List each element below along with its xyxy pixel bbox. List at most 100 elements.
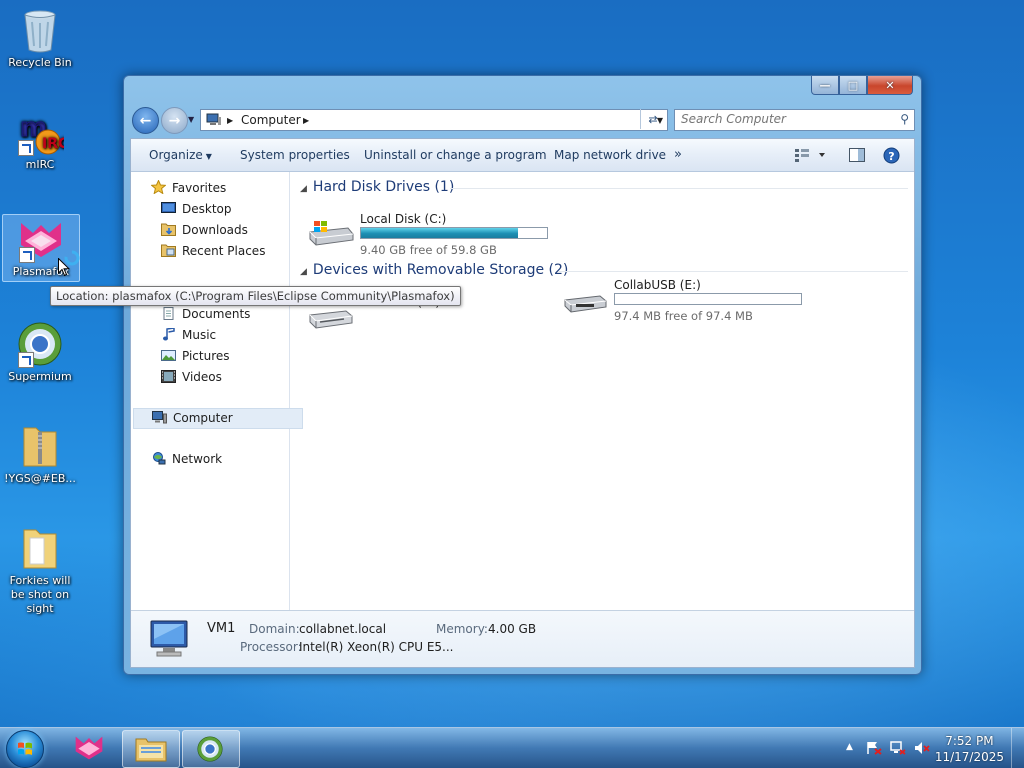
desktop-icon-recycle-bin[interactable]: Recycle Bin xyxy=(2,6,78,70)
start-button[interactable] xyxy=(6,730,44,768)
close-button[interactable]: ✕ xyxy=(867,76,913,95)
show-hidden-icons-button[interactable]: ▲ xyxy=(846,742,853,752)
breadcrumb-computer[interactable]: Computer xyxy=(241,113,301,127)
shortcut-arrow-icon xyxy=(18,140,34,156)
drive-free-space: 9.40 GB free of 59.8 GB xyxy=(360,243,497,257)
nav-label: Favorites xyxy=(172,181,227,195)
collapse-triangle-icon: ◢ xyxy=(300,267,307,277)
domain-label: Domain: xyxy=(249,622,300,636)
pictures-icon xyxy=(161,349,176,362)
drive-usage-bar xyxy=(360,227,548,239)
network-status-icon[interactable] xyxy=(890,741,906,758)
refresh-icon: ⇄ xyxy=(648,112,658,126)
recycle-bin-icon xyxy=(16,6,64,54)
search-icon[interactable]: ⚲ xyxy=(900,112,909,126)
help-icon: ? xyxy=(883,147,900,164)
desktop-icon-mirc[interactable]: m IRC mIRC xyxy=(2,108,78,172)
computer-large-icon xyxy=(147,619,195,662)
processor-label: Processor: xyxy=(240,640,302,654)
nav-item-videos[interactable]: Videos xyxy=(161,368,222,387)
preview-pane-button[interactable] xyxy=(849,148,865,165)
desktop-icon-supermium[interactable]: Supermium xyxy=(2,320,78,384)
refresh-button[interactable]: ⇄ xyxy=(640,109,665,129)
folder-icon xyxy=(16,524,64,572)
nav-item-documents[interactable]: Documents xyxy=(161,305,250,324)
taskbar: ▲ 7:52 PM 11/17/2025 xyxy=(0,727,1024,768)
nav-item-computer[interactable]: Computer xyxy=(133,408,303,429)
mirc-icon: m IRC xyxy=(16,108,68,156)
explorer-folder-icon xyxy=(135,738,167,762)
taskbar-supermium-button[interactable] xyxy=(182,730,240,768)
downloads-folder-icon xyxy=(161,223,176,236)
nav-label: Downloads xyxy=(182,223,248,237)
map-network-drive-button[interactable]: Map network drive xyxy=(554,139,666,171)
show-desktop-button[interactable] xyxy=(1011,728,1024,768)
documents-icon xyxy=(161,307,176,320)
minimize-button[interactable]: — xyxy=(811,76,839,95)
nav-item-network[interactable]: Network xyxy=(151,450,222,469)
clock-date: 11/17/2025 xyxy=(934,750,1004,764)
shortcut-arrow-icon xyxy=(18,352,34,368)
preview-pane-icon xyxy=(849,148,865,162)
forward-button[interactable]: → xyxy=(161,107,188,134)
taskbar-plasmafox-button[interactable] xyxy=(62,730,118,766)
chevron-right-icon[interactable]: ▶ xyxy=(227,116,233,125)
shortcut-arrow-icon xyxy=(19,247,35,263)
chevron-right-icon[interactable]: ▶ xyxy=(303,116,309,125)
recent-pages-dropdown[interactable]: ▼ xyxy=(188,115,194,124)
desktop-icon-zip-folder[interactable]: !YGS@#EB... xyxy=(2,422,78,486)
change-view-button[interactable] xyxy=(794,148,826,165)
system-properties-button[interactable]: System properties xyxy=(240,139,350,171)
nav-item-recent-places[interactable]: Recent Places xyxy=(161,242,265,261)
back-button[interactable]: ← xyxy=(132,107,159,134)
videos-icon xyxy=(161,370,176,383)
taskbar-clock[interactable]: 7:52 PM 11/17/2025 xyxy=(935,733,1004,765)
drive-item-collabusb-e[interactable]: CollabUSB (E:) 97.4 MB free of 97.4 MB xyxy=(562,278,812,323)
navigation-bar: ← → ▼ ▶ Computer ▶ ▼ ⇄ ⚲ xyxy=(130,106,915,134)
group-divider xyxy=(450,188,908,189)
view-icon xyxy=(795,149,825,162)
taskbar-explorer-button[interactable] xyxy=(122,730,180,768)
group-divider xyxy=(558,271,908,272)
nav-item-desktop[interactable]: Desktop xyxy=(161,200,232,219)
uninstall-program-button[interactable]: Uninstall or change a program xyxy=(364,139,547,171)
group-title: Devices with Removable Storage (2) xyxy=(312,262,569,278)
maximize-button[interactable]: □ xyxy=(839,76,867,95)
memory-label: Memory: xyxy=(436,622,488,636)
zip-folder-icon xyxy=(16,422,64,470)
more-commands-button[interactable]: » xyxy=(674,139,682,171)
details-pane: VM1 Domain: collabnet.local Memory: 4.00… xyxy=(131,610,914,667)
desktop-icon-folder[interactable]: Forkies will be shot on sight xyxy=(2,524,78,616)
drive-item-local-disk-c[interactable]: Local Disk (C:) 9.40 GB free of 59.8 GB xyxy=(308,212,558,257)
organize-button[interactable]: Organize ▼ xyxy=(149,139,212,171)
nav-item-music[interactable]: Music xyxy=(161,326,216,345)
supermium-icon xyxy=(16,320,64,368)
explorer-window: — □ ✕ ← → ▼ ▶ Computer ▶ ▼ ⇄ ⚲ Organize▼… xyxy=(123,75,922,675)
address-bar[interactable]: ▶ Computer ▶ ▼ xyxy=(200,109,668,131)
explorer-body: Organize ▼ System properties Uninstall or… xyxy=(130,138,915,668)
nav-item-favorites[interactable]: Favorites xyxy=(150,179,227,198)
arrow-right-icon: → xyxy=(168,112,181,129)
help-button[interactable]: ? xyxy=(883,147,900,167)
system-tray: ▲ 7:52 PM 11/17/2025 xyxy=(824,728,1024,768)
nav-item-downloads[interactable]: Downloads xyxy=(161,221,248,240)
search-input[interactable] xyxy=(675,110,886,128)
nav-item-pictures[interactable]: Pictures xyxy=(161,347,230,366)
busy-cursor-icon xyxy=(64,250,80,269)
maximize-icon: □ xyxy=(847,78,859,92)
shortcut-location-tooltip: Location: plasmafox (C:\Program Files\Ec… xyxy=(50,286,461,306)
nav-label: Network xyxy=(172,452,223,466)
computer-name: VM1 xyxy=(207,621,236,636)
memory-value: 4.00 GB xyxy=(488,622,537,636)
action-center-icon[interactable] xyxy=(866,741,882,758)
group-header-removable-storage[interactable]: ◢ Devices with Removable Storage (2) xyxy=(300,262,568,278)
nav-label: Recent Places xyxy=(182,244,266,258)
plasmafox-icon xyxy=(75,736,103,760)
drive-name: Local Disk (C:) xyxy=(360,212,447,226)
minimize-icon: — xyxy=(819,78,831,92)
nav-label: Pictures xyxy=(182,349,230,363)
group-header-hard-disk-drives[interactable]: ◢ Hard Disk Drives (1) xyxy=(300,179,454,195)
navigation-pane: Favorites Desktop Downloads Recent Place… xyxy=(131,172,303,610)
volume-muted-icon[interactable] xyxy=(914,741,930,758)
drive-usage-bar xyxy=(614,293,802,305)
